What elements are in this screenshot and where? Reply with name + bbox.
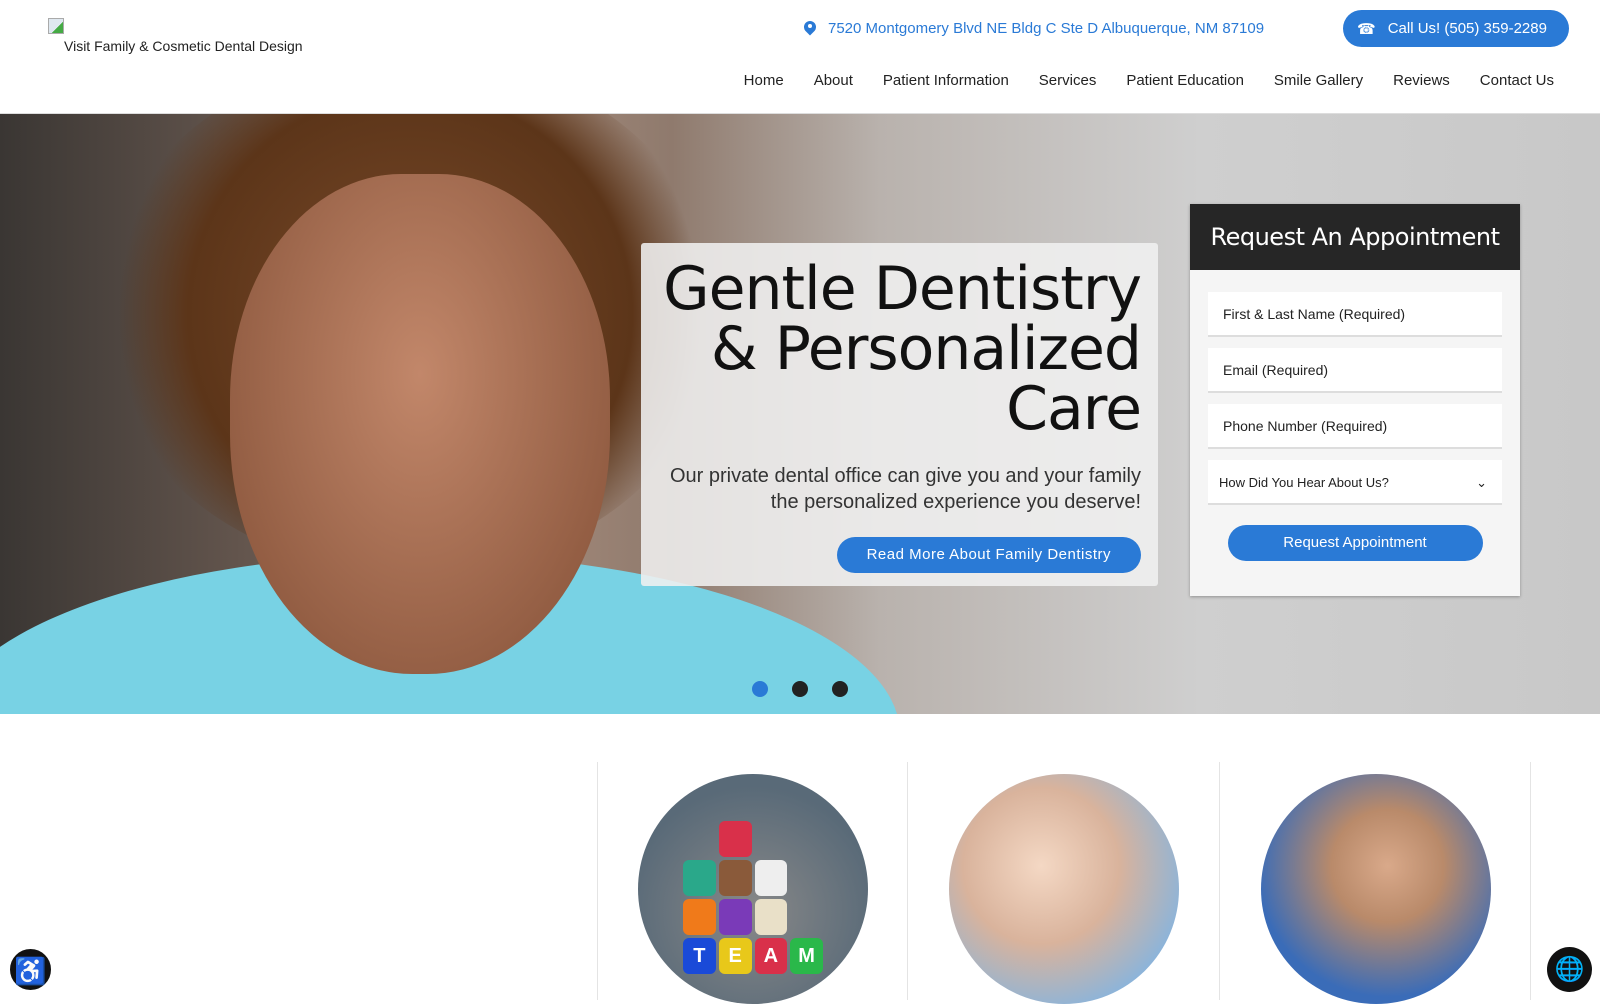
hero-slider: Gentle Dentistry & Personalized Care Our…: [0, 114, 1600, 714]
hero-caption: Gentle Dentistry & Personalized Care Our…: [641, 243, 1158, 586]
site-header: Visit Family & Cosmetic Dental Design 75…: [0, 0, 1600, 114]
patient-smile-image[interactable]: [1261, 774, 1491, 1004]
accessibility-icon[interactable]: ♿: [8, 947, 53, 992]
broken-image-icon: [48, 18, 64, 34]
chevron-down-icon: ⌄: [1476, 475, 1487, 490]
appointment-form: Request An Appointment First & Last Name…: [1190, 204, 1520, 596]
referral-select-value: How Did You Hear About Us?: [1219, 475, 1389, 490]
block-letter: M: [790, 938, 823, 974]
name-input[interactable]: First & Last Name (Required): [1208, 292, 1502, 337]
team-blocks: T E A M: [683, 804, 823, 974]
slide-dot-1[interactable]: [752, 681, 768, 697]
logo-alt-text: Visit Family & Cosmetic Dental Design: [64, 38, 303, 54]
address-link[interactable]: 7520 Montgomery Blvd NE Bldg C Ste D Alb…: [804, 20, 1264, 37]
nav-services[interactable]: Services: [1039, 72, 1097, 89]
nav-smile-gallery[interactable]: Smile Gallery: [1274, 72, 1363, 89]
team-image[interactable]: T E A M: [638, 774, 868, 1004]
column-divider: [907, 762, 908, 1000]
address-text: 7520 Montgomery Blvd NE Bldg C Ste D Alb…: [828, 20, 1265, 37]
nav-reviews[interactable]: Reviews: [1393, 72, 1450, 89]
referral-select[interactable]: How Did You Hear About Us? ⌄: [1208, 460, 1502, 505]
slider-dots: [752, 681, 848, 697]
block-letter: A: [754, 938, 788, 974]
nav-home[interactable]: Home: [744, 72, 784, 89]
column-divider: [1219, 762, 1220, 1000]
form-title: Request An Appointment: [1190, 204, 1520, 270]
phone-icon: ☎: [1357, 20, 1376, 38]
column-divider: [1530, 762, 1531, 1000]
column-divider: [597, 762, 598, 1000]
call-label: Call Us! (505) 359-2289: [1387, 20, 1547, 37]
block-letter: T: [683, 938, 716, 974]
nav-contact-us[interactable]: Contact Us: [1480, 72, 1554, 89]
call-button[interactable]: ☎ Call Us! (505) 359-2289: [1343, 10, 1569, 47]
slide-dot-2[interactable]: [792, 681, 808, 697]
dental-exam-image[interactable]: [949, 774, 1179, 1004]
globe-icon[interactable]: 🌐: [1547, 947, 1592, 992]
nav-about[interactable]: About: [814, 72, 853, 89]
hero-photo-face: [230, 174, 610, 674]
request-appointment-button[interactable]: Request Appointment: [1227, 525, 1483, 561]
main-nav: Home About Patient Information Services …: [744, 72, 1554, 89]
nav-patient-education[interactable]: Patient Education: [1126, 72, 1244, 89]
nav-patient-information[interactable]: Patient Information: [883, 72, 1009, 89]
block-letter: E: [718, 938, 752, 974]
read-more-button[interactable]: Read More About Family Dentistry: [836, 537, 1141, 573]
slide-dot-3[interactable]: [832, 681, 848, 697]
email-input[interactable]: Email (Required): [1208, 348, 1502, 393]
hero-title: Gentle Dentistry & Personalized Care: [663, 254, 1142, 444]
phone-input[interactable]: Phone Number (Required): [1208, 404, 1502, 449]
hero-subtitle: Our private dental office can give you a…: [670, 465, 1141, 513]
map-pin-icon: [804, 21, 816, 37]
logo[interactable]: Visit Family & Cosmetic Dental Design: [48, 18, 303, 54]
